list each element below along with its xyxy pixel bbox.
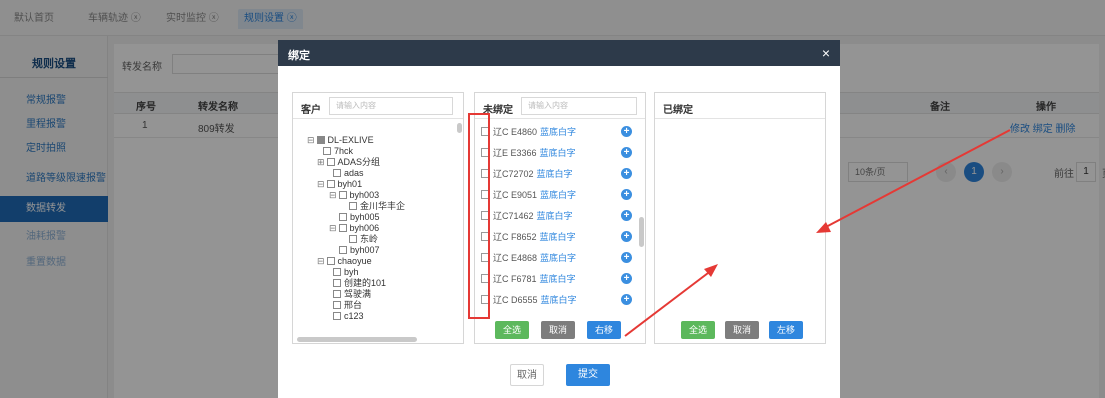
- arrow-line-right: [823, 129, 1011, 229]
- annotation-layer: [468, 113, 1011, 337]
- arrow-line-left: [624, 269, 713, 337]
- highlight-box: [468, 113, 490, 319]
- arrow-head-right: [816, 222, 831, 233]
